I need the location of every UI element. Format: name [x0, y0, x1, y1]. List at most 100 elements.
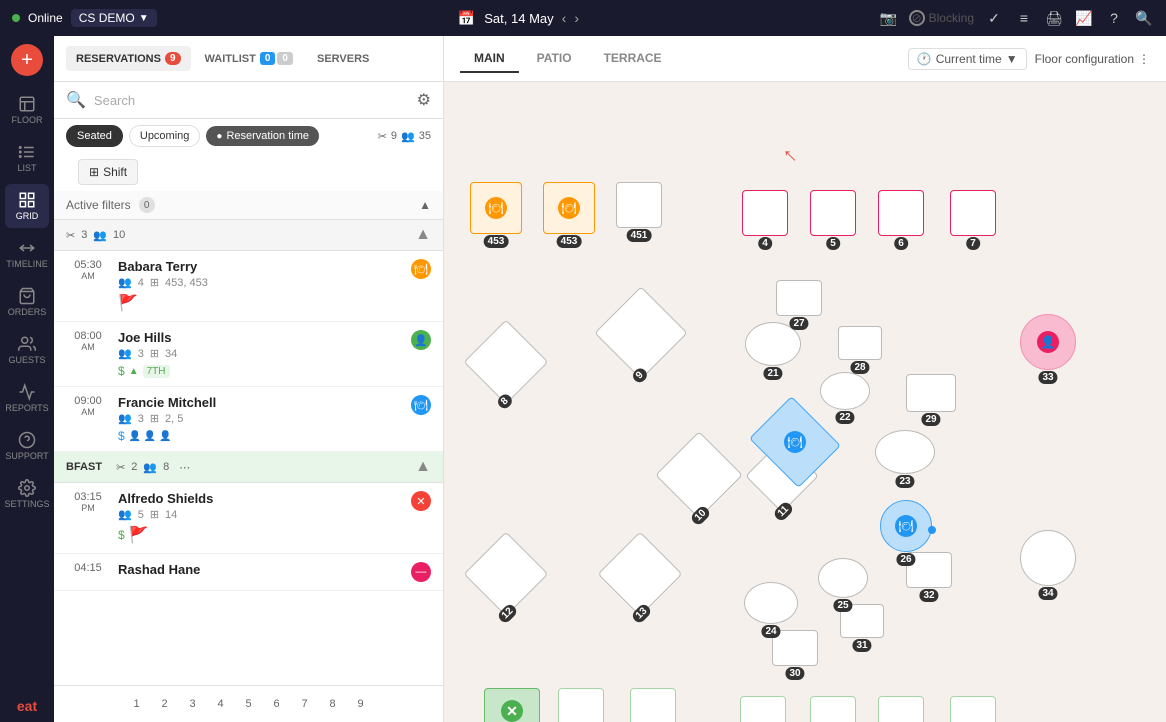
sidebar-item-reports[interactable]: REPORTS	[5, 376, 49, 420]
tab-terrace[interactable]: TERRACE	[590, 45, 676, 73]
table-number-31: 31	[852, 639, 871, 652]
time-selector[interactable]: 🕐 Current time ▼	[908, 48, 1027, 70]
demo-label: CS DEMO	[79, 11, 135, 25]
table-453a[interactable]: 🍽453	[470, 182, 522, 234]
floor-config-button[interactable]: Floor configuration ⋮	[1035, 52, 1150, 66]
table-18[interactable]: 18	[810, 696, 856, 722]
table-14[interactable]: ✕14	[484, 688, 540, 722]
table-27[interactable]: 27	[776, 280, 822, 316]
list-item[interactable]: 09:00 AM Francie Mitchell 👥 3 ⊞ 2, 5 $ 👤…	[54, 387, 443, 452]
table-12[interactable]: 12	[476, 544, 536, 604]
table-22[interactable]: 22	[820, 372, 870, 410]
table-number-26: 26	[896, 553, 915, 566]
sidebar-item-list[interactable]: LIST	[5, 136, 49, 180]
list-item[interactable]: 05:30 AM Babara Terry 👥 4 ⊞ 453, 453 🚩	[54, 251, 443, 322]
table-26[interactable]: 🍽26	[880, 500, 932, 552]
page-8[interactable]: 8	[321, 692, 345, 716]
time-value: 05:30	[66, 259, 110, 271]
table-13[interactable]: 13	[610, 544, 670, 604]
table-blue-table[interactable]: 🍽	[760, 412, 830, 472]
table-34[interactable]: 34	[1020, 530, 1076, 586]
section-expand-btn[interactable]: ▲	[415, 226, 431, 244]
blocking-label: Blocking	[929, 11, 974, 25]
list-icon[interactable]: ≡	[1014, 8, 1034, 28]
active-filters-label: Active filters	[66, 198, 131, 212]
list-item[interactable]: 08:00 AM Joe Hills 👥 3 ⊞ 34 $ ▲ 7TH	[54, 322, 443, 387]
camera-icon[interactable]: 📷	[879, 8, 899, 28]
tab-waitlist[interactable]: WAITLIST 0 0	[195, 46, 303, 71]
people-count: 35	[419, 130, 431, 142]
tab-patio[interactable]: PATIO	[523, 45, 586, 73]
blocking-icon: ⊘	[909, 10, 925, 26]
table-15[interactable]: 15	[558, 688, 604, 722]
page-6[interactable]: 6	[265, 692, 289, 716]
tab-servers[interactable]: SERVERS	[307, 47, 379, 71]
page-7[interactable]: 7	[293, 692, 317, 716]
table-4[interactable]: 4	[742, 190, 788, 236]
list-item[interactable]: 03:15 PM Alfredo Shields 👥 5 ⊞ 14 $ 🚩	[54, 483, 443, 554]
bfast-expand-btn[interactable]: ▲	[415, 458, 431, 476]
help-icon[interactable]: ?	[1104, 8, 1124, 28]
table-25[interactable]: 25	[818, 558, 868, 598]
table-10[interactable]: 10	[668, 444, 730, 506]
table-20[interactable]: 20	[950, 696, 996, 722]
sidebar-item-floor[interactable]: FLOOR	[5, 88, 49, 132]
table-5[interactable]: 5	[810, 190, 856, 236]
topbar-right: 📷 ⊘ Blocking ✓ ≡ 🖨 📈 ? 🔍	[879, 8, 1154, 28]
search-icon[interactable]: 🔍	[1134, 8, 1154, 28]
add-button[interactable]: +	[11, 44, 43, 76]
sidebar-item-grid[interactable]: GRID	[5, 184, 49, 228]
tab-main[interactable]: MAIN	[460, 45, 519, 73]
page-9[interactable]: 9	[349, 692, 373, 716]
prev-date-arrow[interactable]: ‹	[562, 10, 567, 26]
table-28[interactable]: 28	[838, 326, 882, 360]
filter-button[interactable]: ⚙	[417, 90, 431, 110]
table-33[interactable]: 👤33	[1020, 314, 1076, 370]
table-6[interactable]: 6	[878, 190, 924, 236]
demo-badge[interactable]: CS DEMO ▼	[71, 9, 157, 27]
tab-waitlist-label: WAITLIST	[205, 53, 256, 65]
sidebar-item-guests[interactable]: GUESTS	[5, 328, 49, 372]
table-7[interactable]: 7	[950, 190, 996, 236]
table-29[interactable]: 29	[906, 374, 956, 412]
page-3[interactable]: 3	[181, 692, 205, 716]
check-icon[interactable]: ✓	[984, 8, 1004, 28]
upcoming-filter[interactable]: Upcoming	[129, 125, 201, 147]
sidebar-item-settings[interactable]: SETTINGS	[5, 472, 49, 516]
table-453b[interactable]: 🍽453	[543, 182, 595, 234]
table-17[interactable]: 17	[740, 696, 786, 722]
page-1[interactable]: 1	[125, 692, 149, 716]
page-4[interactable]: 4	[209, 692, 233, 716]
list-item[interactable]: 04:15 Rashad Hane —	[54, 554, 443, 591]
chart-icon[interactable]: 📈	[1074, 8, 1094, 28]
seated-filter[interactable]: Seated	[66, 125, 123, 147]
res-time-display: 04:15	[66, 562, 110, 574]
page-5[interactable]: 5	[237, 692, 261, 716]
table-24[interactable]: 24	[744, 582, 798, 624]
table-19[interactable]: 19	[878, 696, 924, 722]
time-value: 09:00	[66, 395, 110, 407]
table-number-29: 29	[921, 413, 940, 426]
print-icon[interactable]: 🖨	[1044, 8, 1064, 28]
sidebar-item-timeline[interactable]: TIMELINE	[5, 232, 49, 276]
table-9[interactable]: 9	[608, 300, 674, 366]
search-input[interactable]	[94, 93, 409, 108]
res-details: 👥 3 ⊞ 2, 5	[118, 412, 403, 425]
shift-button[interactable]: ⊞ Shift	[78, 159, 138, 185]
reservations-panel: RESERVATIONS 9 WAITLIST 0 0 SERVERS 🔍 ⚙ …	[54, 36, 444, 722]
active-filters-count: 0	[139, 197, 155, 213]
page-2[interactable]: 2	[153, 692, 177, 716]
flag-icon: 🚩	[118, 293, 138, 313]
active-filters-chevron[interactable]: ▲	[419, 198, 431, 212]
reservation-time-btn[interactable]: ● Reservation time	[206, 126, 319, 146]
tab-reservations[interactable]: RESERVATIONS 9	[66, 46, 191, 71]
sidebar-item-orders[interactable]: ORDERS	[5, 280, 49, 324]
table-23[interactable]: 23	[875, 430, 935, 474]
sidebar-item-support[interactable]: SUPPORT	[5, 424, 49, 468]
table-16[interactable]: 16	[630, 688, 676, 722]
people-icon: 👥	[401, 130, 415, 143]
table-8[interactable]: 8	[476, 332, 536, 392]
more-icon[interactable]: ⋯	[179, 461, 190, 474]
next-date-arrow[interactable]: ›	[574, 10, 579, 26]
table-451[interactable]: 451	[616, 182, 662, 228]
